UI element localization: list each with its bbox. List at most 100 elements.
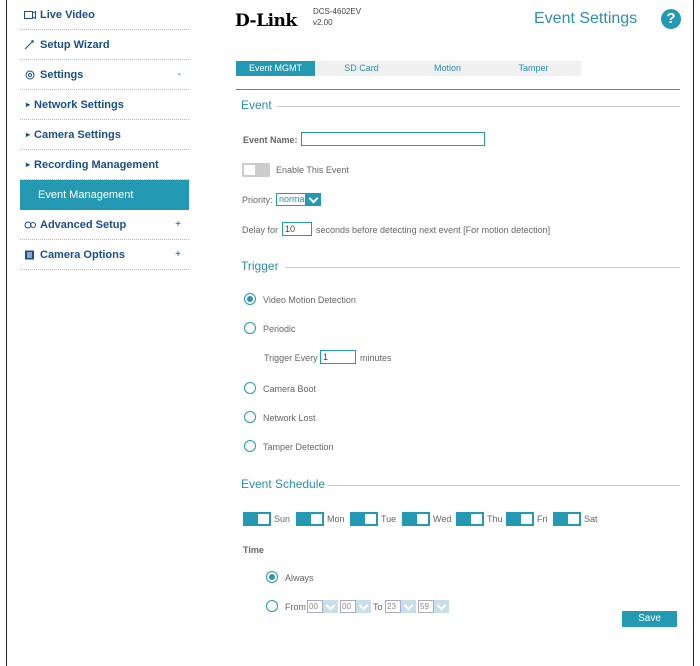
to-hour-select[interactable]: 23 [385,600,401,613]
enable-event-toggle[interactable] [242,163,270,177]
sidebar-item-network-settings[interactable]: ▸ Network Settings [20,90,189,120]
trigger-radio-video-motion[interactable] [244,293,256,305]
chevron-down-icon[interactable] [323,600,338,613]
sidebar-item-label: Recording Management [34,158,159,171]
day-label: Thu [487,514,503,524]
chevron-down-icon[interactable] [434,600,449,613]
day-toggle-thu[interactable] [456,512,484,526]
bullet-icon: ▸ [26,100,31,109]
camera-icon [24,10,36,20]
trigger-radio-network-lost[interactable] [244,411,256,423]
day-toggle-tue[interactable] [350,512,378,526]
page-title: Event Settings [534,10,638,27]
day-toggle-wed[interactable] [402,512,430,526]
model-info: DCS-4602EV v2.00 [313,6,361,28]
priority-label: Priority: [242,195,273,205]
trigger-every-label: Trigger Every [264,353,318,363]
trigger-option-label: Tamper Detection [263,442,334,452]
divider [285,267,680,268]
tab-motion[interactable]: Motion [408,61,487,76]
priority-select[interactable]: normal [276,193,307,206]
sidebar-item-camera-settings[interactable]: ▸ Camera Settings [20,120,189,150]
trigger-option-label: Network Lost [263,413,316,423]
day-toggle-fri[interactable] [506,512,534,526]
tools-icon [24,220,36,230]
delay-label: Delay for [242,225,279,235]
sidebar-item-label: Settings [40,68,84,81]
from-label: From [285,602,306,612]
expand-toggle[interactable]: + [175,249,181,260]
dlink-logo: D-Link [235,11,297,31]
trigger-option-label: Camera Boot [263,384,317,394]
trigger-option-label: Periodic [263,324,296,334]
always-label: Always [285,573,314,583]
from-minute-select[interactable]: 00 [340,600,356,613]
day-label: Sun [274,514,291,524]
collapse-toggle[interactable]: - [178,69,181,80]
event-name-label: Event Name: [243,135,298,145]
sidebar-item-label: Network Settings [34,98,124,111]
day-toggle-mon[interactable] [296,512,324,526]
trigger-every-input[interactable]: 1 [320,350,356,364]
divider [277,106,680,107]
day-label: Mon [327,514,345,524]
sidebar-item-recording-management[interactable]: ▸ Recording Management [20,150,189,180]
divider [328,485,680,486]
firmware-version: v2.00 [313,18,333,27]
tab-event-mgmt[interactable]: Event MGMT [236,61,315,76]
day-label: Wed [433,514,452,524]
day-label: Fri [537,514,548,524]
time-radio-always[interactable] [266,571,278,583]
trigger-radio-periodic[interactable] [244,322,256,334]
time-radio-from[interactable] [266,600,278,612]
enable-event-label: Enable This Event [276,165,349,175]
day-toggle-sun[interactable] [243,512,271,526]
bullet-icon: ▸ [26,160,31,169]
day-label: Tue [381,514,397,524]
day-label: Sat [584,514,598,524]
delay-input[interactable]: 10 [282,222,312,236]
help-icon[interactable]: ? [661,9,681,29]
tab-sd-card[interactable]: SD Card [322,61,401,76]
event-section-title: Event [241,98,272,112]
time-label: Time [243,545,264,555]
gear-icon [24,70,36,80]
sidebar-item-label: Setup Wizard [40,38,110,51]
sidebar-item-label: Advanced Setup [40,218,127,231]
from-hour-select[interactable]: 00 [307,600,323,613]
to-label: To [373,602,383,612]
sidebar-item-setup-wizard[interactable]: Setup Wizard [20,30,189,60]
model-name: DCS-4602EV [313,7,362,16]
trigger-radio-camera-boot[interactable] [244,382,256,394]
list-icon [24,250,36,260]
expand-toggle[interactable]: + [175,219,181,230]
sidebar: Live Video Setup Wizard Settings - ▸ Net… [20,0,189,270]
trigger-radio-tamper-detection[interactable] [244,440,256,452]
sidebar-item-settings[interactable]: Settings - [20,60,189,90]
sidebar-item-event-management[interactable]: Event Management [20,180,189,210]
bullet-icon: ▸ [26,130,31,139]
schedule-section-title: Event Schedule [241,477,326,491]
sidebar-item-label: Event Management [38,189,134,201]
sidebar-item-label: Camera Options [40,248,125,261]
sidebar-item-camera-options[interactable]: Camera Options + [20,240,189,270]
trigger-every-unit: minutes [360,353,392,363]
divider [236,89,680,90]
tab-bar: Event MGMT SD Card Motion Tamper [236,61,581,76]
trigger-option-label: Video Motion Detection [263,295,356,305]
trigger-section-title: Trigger [241,259,279,273]
sidebar-item-advanced-setup[interactable]: Advanced Setup + [20,210,189,240]
chevron-down-icon[interactable] [306,193,321,206]
save-button[interactable]: Save [622,611,677,627]
sidebar-item-label: Live Video [40,8,95,21]
chevron-down-icon[interactable] [356,600,371,613]
delay-suffix: seconds before detecting next event [For… [316,225,551,235]
day-toggle-sat[interactable] [553,512,581,526]
to-minute-select[interactable]: 59 [418,600,434,613]
chevron-down-icon[interactable] [401,600,416,613]
tab-tamper[interactable]: Tamper [494,61,573,76]
sidebar-item-live-video[interactable]: Live Video [20,0,189,30]
event-name-input[interactable] [301,132,485,146]
wand-icon [24,39,36,50]
sidebar-item-label: Camera Settings [34,128,121,141]
